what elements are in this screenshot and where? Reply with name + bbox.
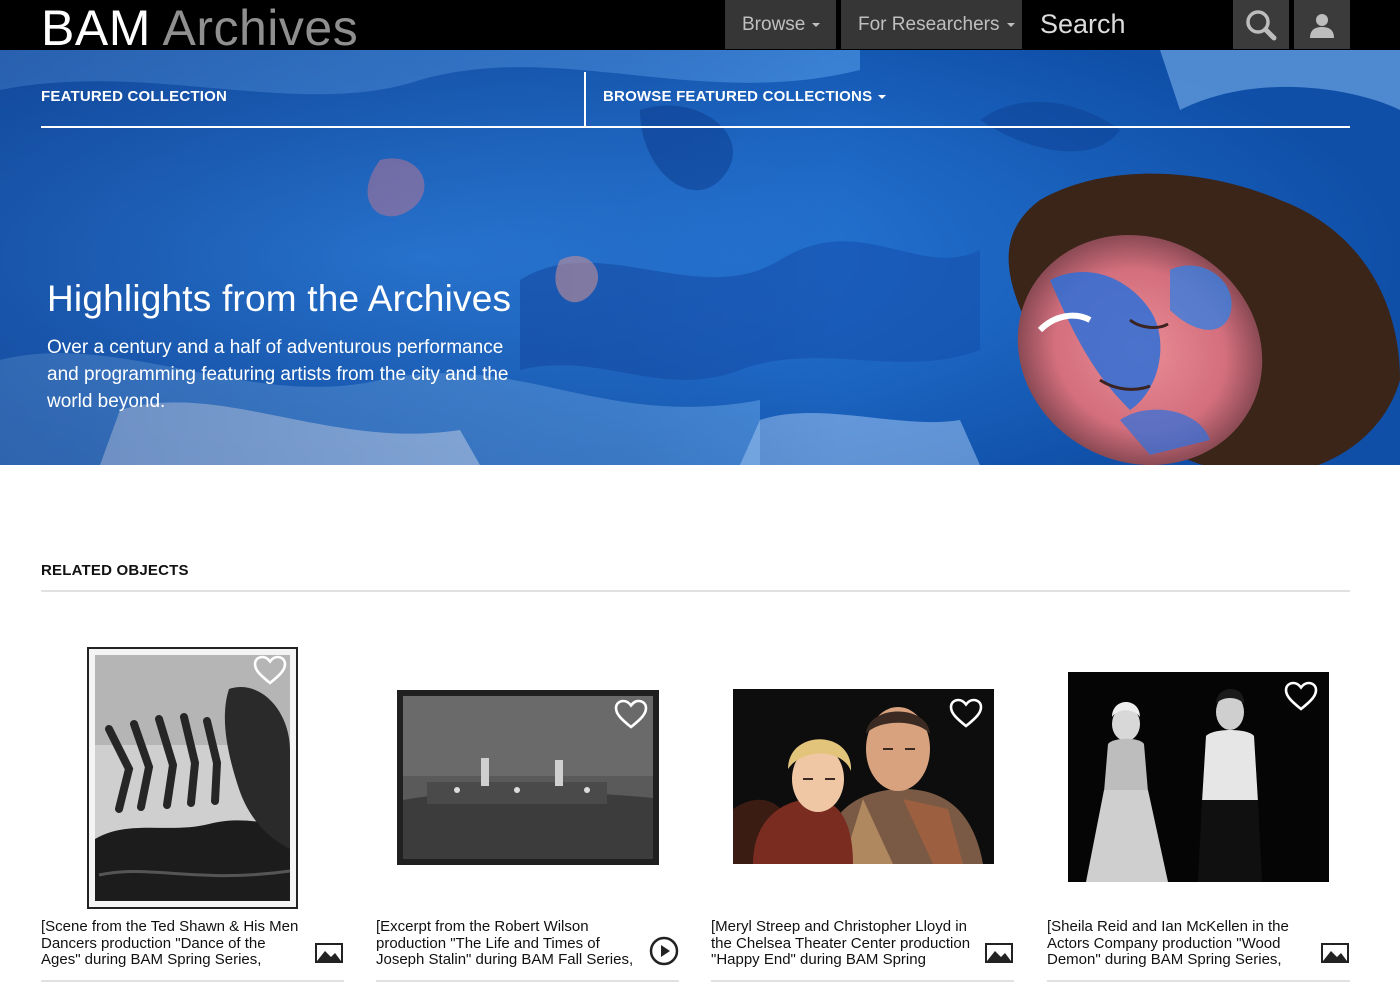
hero-description: Over a century and a half of adventurous…: [47, 337, 509, 412]
hero-divider: [41, 126, 1350, 128]
user-icon: [1310, 13, 1334, 38]
image-icon: [1321, 943, 1349, 963]
favorite-heart-icon[interactable]: [948, 697, 984, 729]
browse-label: Browse: [742, 14, 806, 35]
top-navigation-bar: BAM Archives Browse For Researchers: [0, 0, 1400, 50]
card-divider: [1047, 980, 1350, 982]
card-divider: [376, 980, 679, 982]
related-object-card[interactable]: [Sheila Reid and Ian McKellen in the Act…: [1047, 630, 1350, 982]
for-researchers-dropdown[interactable]: For Researchers: [841, 0, 1022, 49]
search-icon: [1246, 9, 1277, 40]
browse-dropdown[interactable]: Browse: [725, 0, 836, 49]
logo-primary-text: BAM: [41, 0, 151, 50]
image-icon: [315, 943, 343, 963]
card-divider: [711, 980, 1014, 982]
dancers-photo: [89, 649, 296, 907]
user-account-button[interactable]: [1294, 0, 1350, 49]
search-input[interactable]: [1023, 0, 1233, 49]
chevron-down-icon: [1006, 22, 1015, 27]
browse-featured-collections-dropdown[interactable]: BROWSE FEATURED COLLECTIONS: [603, 88, 887, 105]
object-thumbnail[interactable]: [87, 647, 298, 909]
favorite-heart-icon[interactable]: [1283, 680, 1319, 712]
favorite-heart-icon[interactable]: [252, 654, 288, 686]
for-researchers-label: For Researchers: [858, 14, 1000, 35]
browse-featured-collections-label: BROWSE FEATURED COLLECTIONS: [603, 88, 873, 105]
section-divider: [41, 590, 1350, 592]
related-object-card[interactable]: [Scene from the Ted Shawn & His Men Danc…: [41, 630, 344, 982]
object-caption[interactable]: [Sheila Reid and Ian McKellen in the Act…: [1047, 919, 1309, 969]
related-object-card[interactable]: [Meryl Streep and Christopher Lloyd in t…: [711, 630, 1014, 982]
object-caption[interactable]: [Meryl Streep and Christopher Lloyd in t…: [711, 919, 973, 969]
site-logo[interactable]: BAM Archives: [41, 0, 358, 50]
featured-collection-tab[interactable]: FEATURED COLLECTION: [41, 88, 227, 105]
card-divider: [41, 980, 344, 982]
favorite-heart-icon[interactable]: [613, 698, 649, 730]
search-button[interactable]: [1233, 0, 1289, 49]
object-caption[interactable]: [Scene from the Ted Shawn & His Men Danc…: [41, 919, 303, 969]
hero-banner: FEATURED COLLECTION BROWSE FEATURED COLL…: [0, 50, 1400, 465]
object-caption[interactable]: [Excerpt from the Robert Wilson producti…: [376, 919, 638, 969]
play-icon: [649, 936, 679, 966]
chevron-down-icon: [812, 22, 821, 27]
related-object-card[interactable]: [Excerpt from the Robert Wilson producti…: [376, 630, 679, 982]
hero-tab-divider: [584, 72, 586, 128]
hero-title: Highlights from the Archives: [47, 278, 512, 319]
image-icon: [985, 943, 1013, 963]
related-objects-heading: RELATED OBJECTS: [41, 562, 189, 579]
logo-secondary-text: Archives: [162, 0, 359, 50]
chevron-down-icon: [878, 95, 887, 100]
